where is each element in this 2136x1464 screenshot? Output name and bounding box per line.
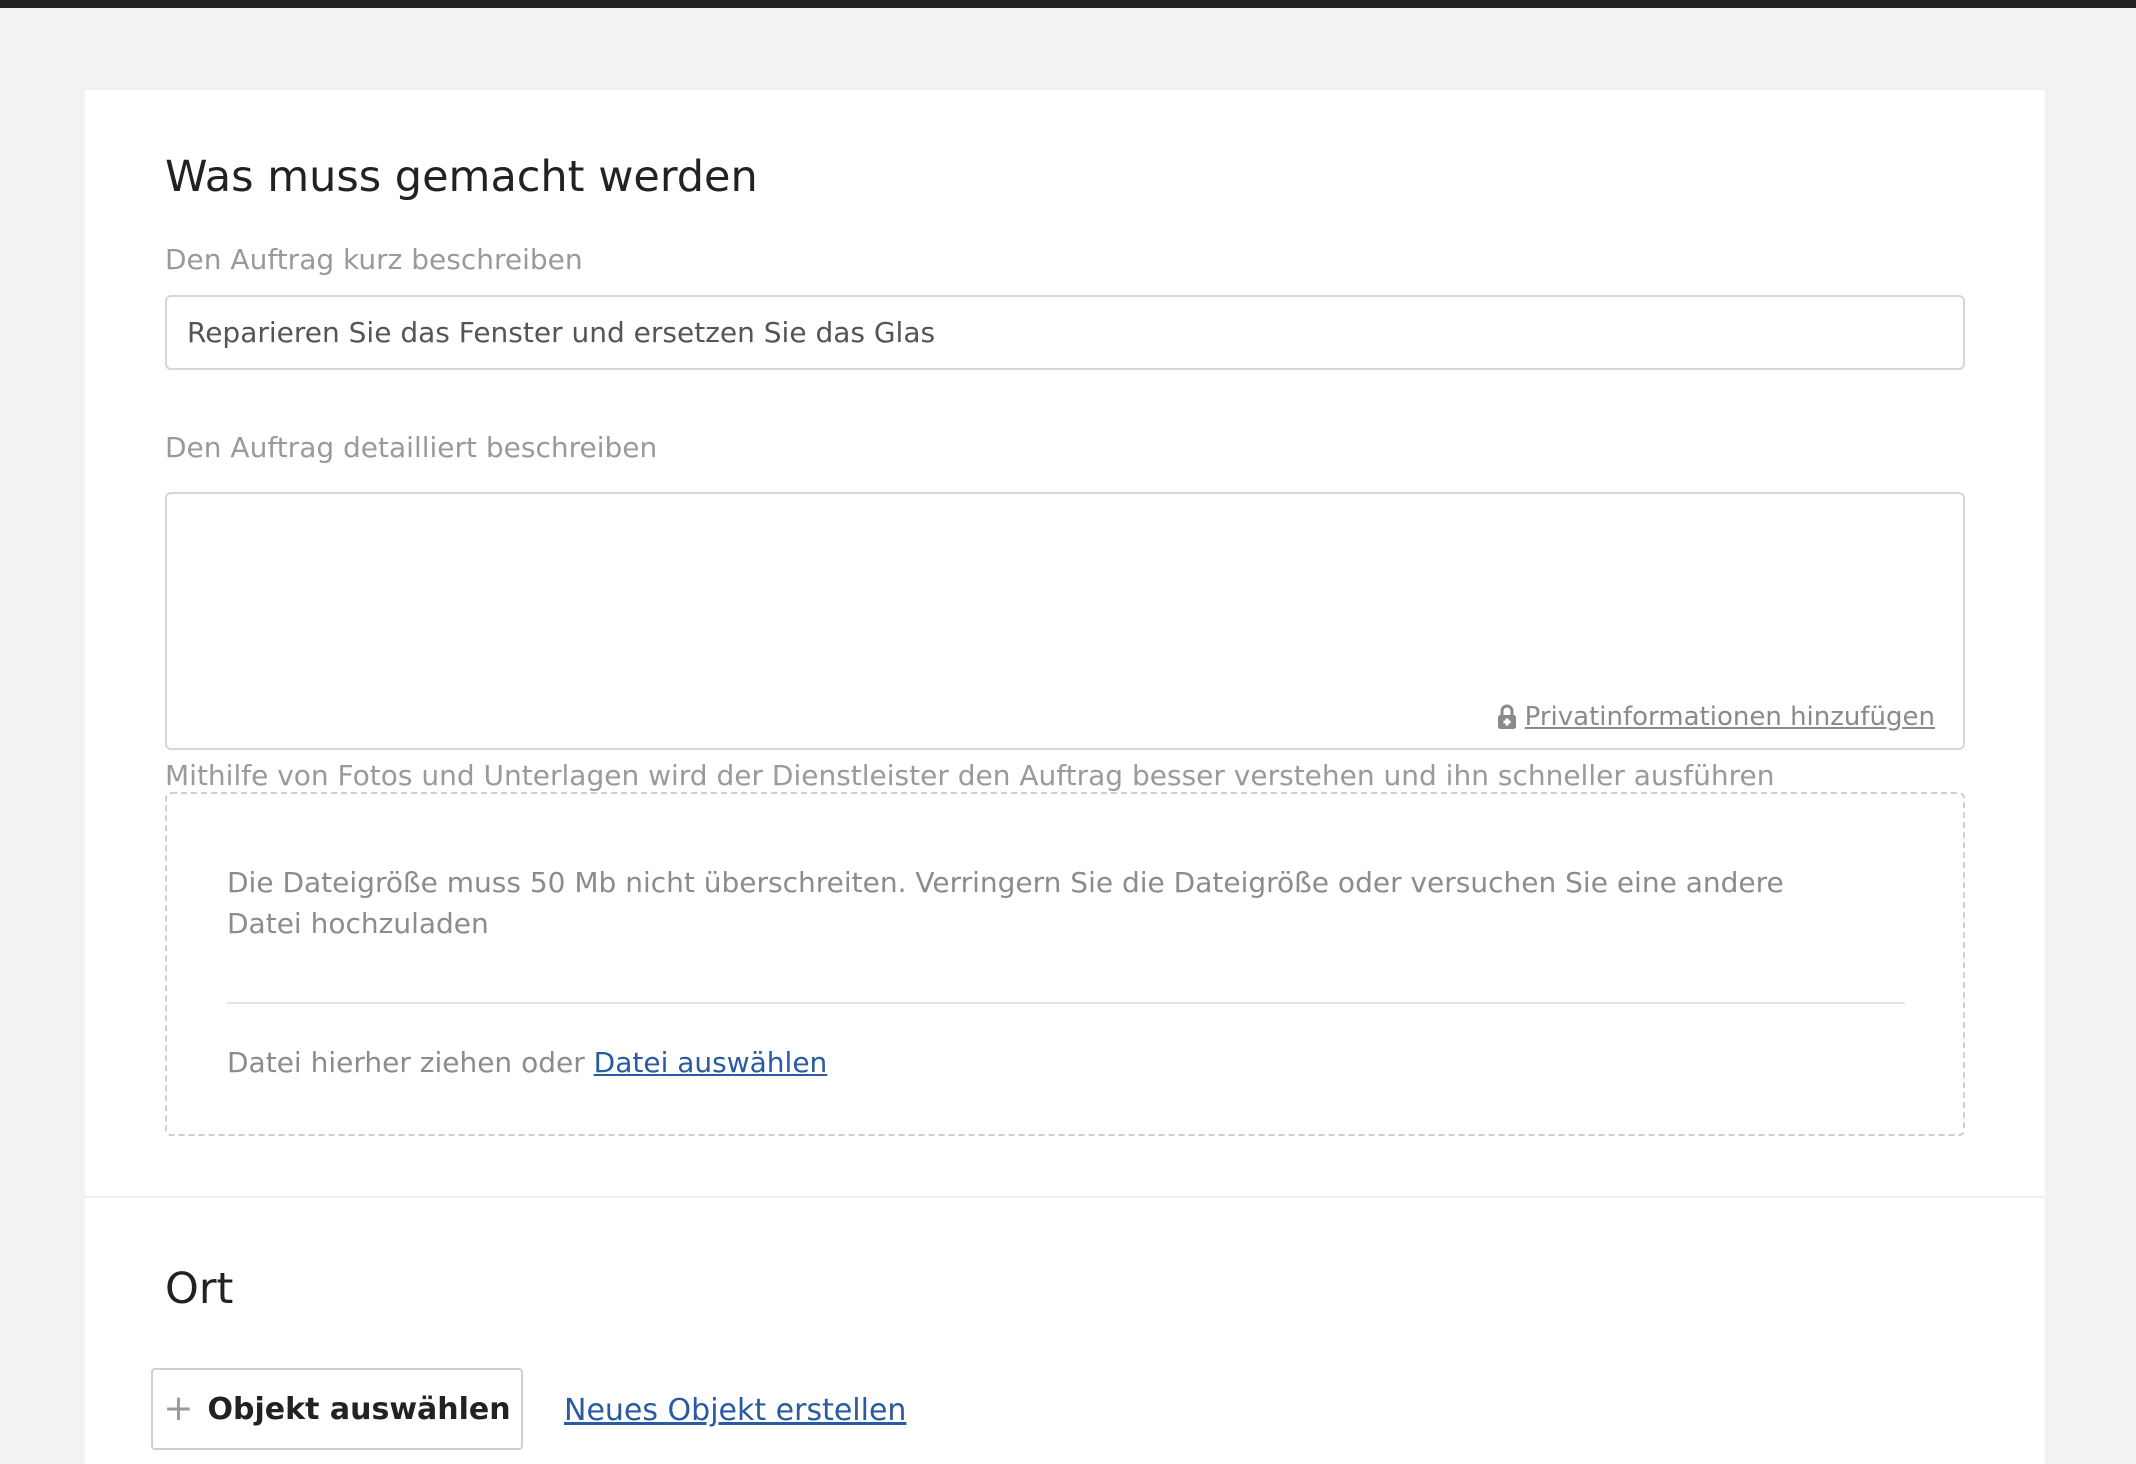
detail-description-label: Den Auftrag detailliert beschreiben [165, 431, 658, 464]
detail-description-box: Privatinformationen hinzufügen [165, 492, 1965, 750]
choose-file-link[interactable]: Datei auswählen [594, 1046, 828, 1079]
detail-description-textarea[interactable] [167, 494, 1963, 684]
dropzone-action: Datei hierher ziehen oder Datei auswähle… [227, 1049, 827, 1077]
dropzone-divider [227, 1002, 1905, 1004]
add-private-info-label: Privatinformationen hinzufügen [1524, 702, 1935, 732]
section-divider [85, 1196, 2045, 1198]
task-section-title: Was muss gemacht werden [165, 152, 758, 202]
order-form-card: Was muss gemacht werden Den Auftrag kurz… [85, 90, 2045, 1464]
select-object-button[interactable]: + Objekt auswählen [151, 1368, 523, 1450]
short-description-label: Den Auftrag kurz beschreiben [165, 243, 583, 276]
create-new-object-link[interactable]: Neues Objekt erstellen [564, 1396, 906, 1426]
plus-icon: + [163, 1388, 194, 1429]
attachments-hint: Mithilfe von Fotos und Unterlagen wird d… [165, 759, 1775, 792]
drop-text: Datei hierher ziehen oder [227, 1046, 585, 1079]
add-private-info-link[interactable]: Privatinformationen hinzufügen [1497, 702, 1935, 732]
select-object-label: Objekt auswählen [207, 1391, 511, 1427]
upload-error-message: Die Dateigröße muss 50 Mb nicht überschr… [227, 866, 1784, 940]
file-dropzone[interactable]: Die Dateigröße muss 50 Mb nicht überschr… [165, 792, 1965, 1136]
short-description-input[interactable] [165, 295, 1965, 370]
lock-icon [1497, 704, 1516, 729]
location-section-title: Ort [165, 1264, 234, 1314]
top-bar [0, 0, 2136, 8]
